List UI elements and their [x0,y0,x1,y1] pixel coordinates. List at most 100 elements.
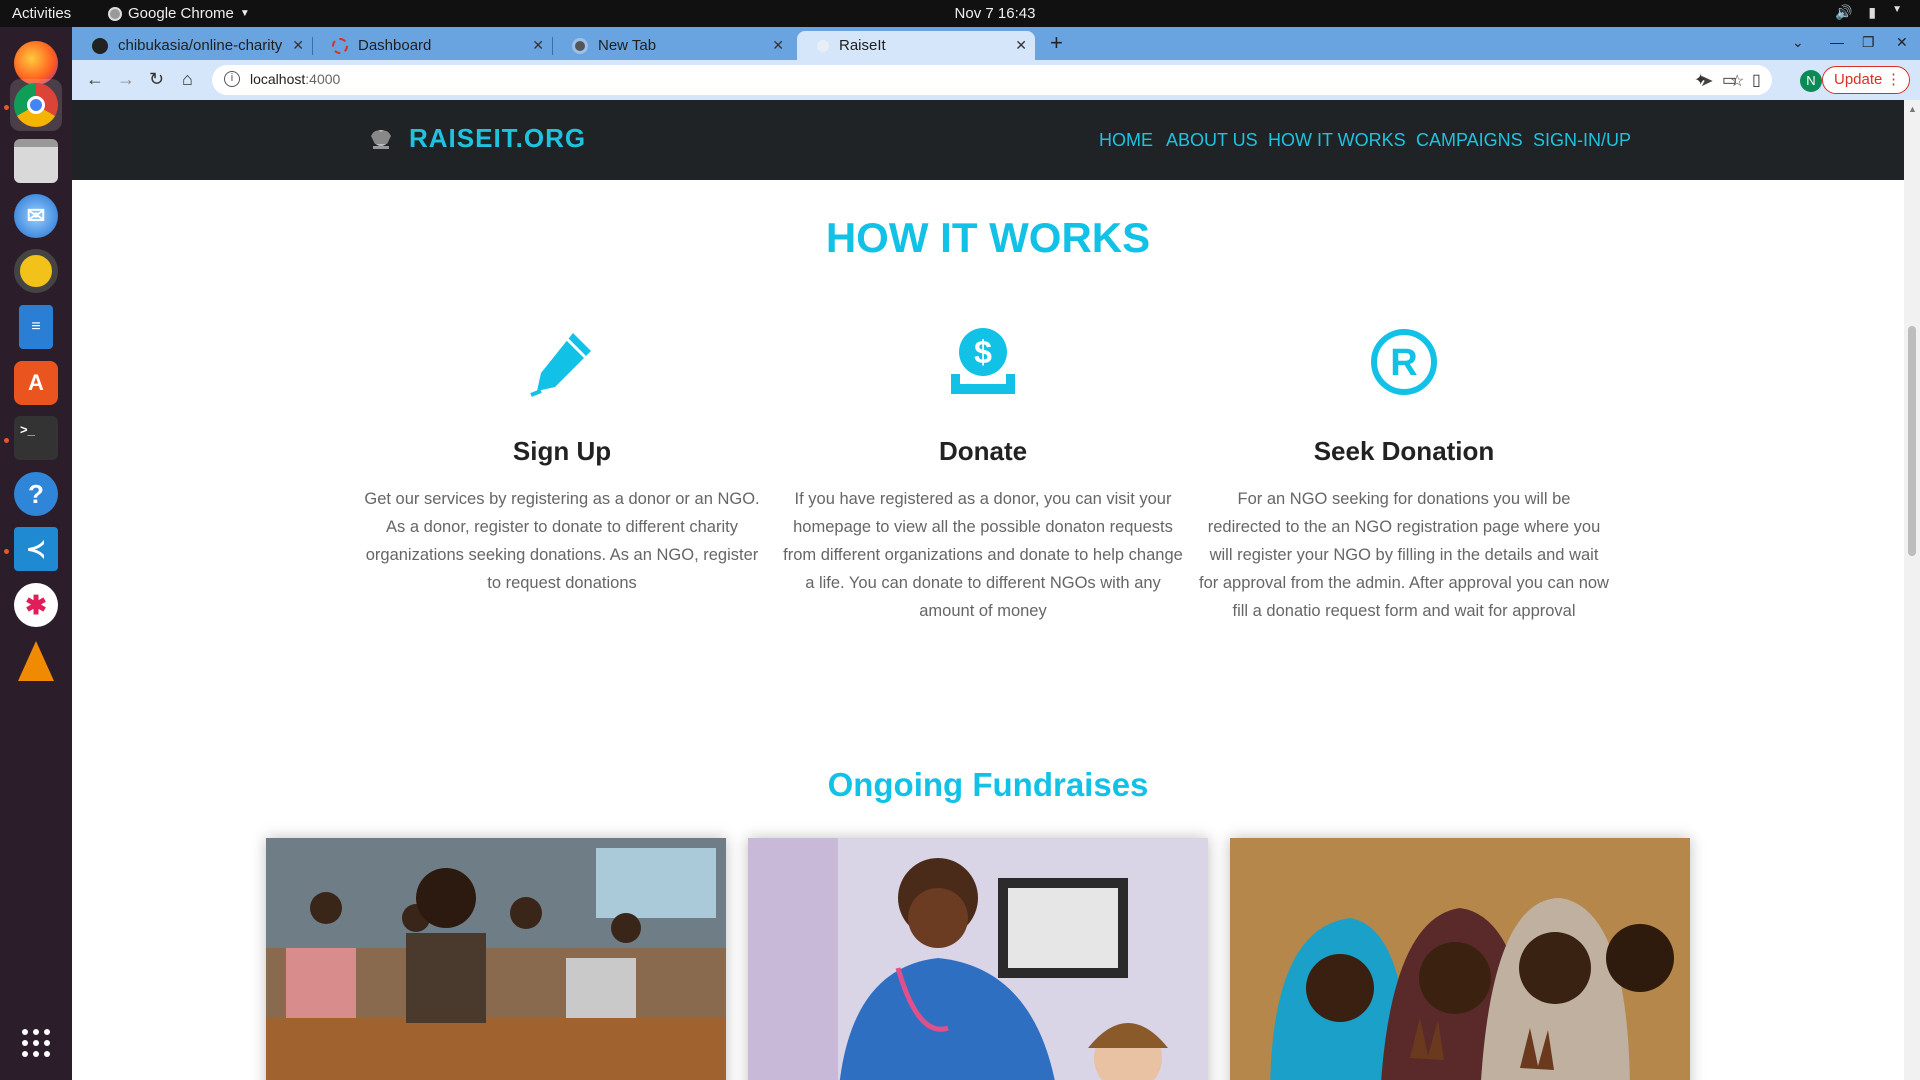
url-port: :4000 [305,71,341,87]
feature-sign-up: Sign Up Get our services by registering … [357,322,767,597]
browser-toolbar: ← → ↻ ⌂ i localhost:4000 ➤ ☆ ✦ ▭ ▯ N Upd… [72,60,1920,100]
url-host: localhost [250,71,306,87]
fundraise-card-medical[interactable] [748,838,1208,1080]
dock-writer[interactable]: ≡ [10,301,62,353]
files-icon [14,139,58,183]
back-icon[interactable]: ← [86,69,104,90]
dock-vlc[interactable] [10,635,62,687]
chrome-icon [14,83,58,127]
writer-icon: ≡ [19,305,53,349]
thunderbird-icon: ✉ [14,194,58,238]
clock[interactable]: Nov 7 16:43 [0,5,1920,22]
slack-icon: ✱ [14,583,58,627]
cast-icon[interactable]: ▭ [1722,70,1737,90]
classroom-photo [266,838,726,1080]
donate-dollar-icon: $ [951,328,1015,394]
children-photo [1230,838,1690,1080]
dock-show-apps[interactable] [10,1017,62,1069]
software-center-icon: A [14,361,58,405]
tab-new-tab[interactable]: New Tab ✕ [552,31,792,60]
running-indicator [4,549,9,554]
tab-raiseit[interactable]: RaiseIt ✕ [797,31,1035,60]
window-close-button[interactable]: ✕ [1896,34,1908,51]
dock: ✉ ≡ A >_ ? ≺ ✱ [0,27,72,1080]
feature-title: Seek Donation [1313,436,1495,466]
app-grid-icon [22,1029,50,1057]
ongoing-fundraises-title: Ongoing Fundraises [827,766,1149,803]
system-top-bar: Activities Google Chrome ▼ Nov 7 16:43 🔊… [0,0,1920,27]
dock-chrome[interactable] [10,79,62,131]
feature-seek-donation: R Seek Donation For an NGO seeking for d… [1199,322,1609,625]
more-menu-icon: ⋮ [1886,71,1901,88]
battery-icon: ▮ [1868,4,1877,20]
tab-label: New Tab [598,37,657,54]
side-panel-icon[interactable]: ▯ [1752,70,1761,90]
nav-about-us[interactable]: ABOUT US [1166,130,1258,151]
tab-strip: chibukasia/online-charity ✕ Dashboard ✕ … [72,27,1920,60]
scroll-up-icon[interactable]: ▲ [1908,104,1917,114]
reload-icon[interactable]: ↻ [149,69,164,90]
tab-github[interactable]: chibukasia/online-charity ✕ [72,31,313,60]
tab-label: Dashboard [358,37,432,54]
address-bar[interactable]: i localhost:4000 ➤ ☆ [212,65,1772,95]
feature-donate: $ Donate If you have registered as a don… [778,322,1188,625]
nav-how-it-works[interactable]: HOW IT WORKS [1268,130,1406,151]
page-viewport: RAISEIT.ORG HOME ABOUT US HOW IT WORKS C… [72,100,1904,1080]
tab-label: RaiseIt [839,37,886,54]
running-indicator [4,438,9,443]
dock-software[interactable]: A [10,357,62,409]
tab-dashboard[interactable]: Dashboard ✕ [312,31,553,60]
site-info-icon[interactable]: i [224,71,240,87]
close-icon[interactable]: ✕ [532,37,544,54]
raiseit-logo-icon [371,130,391,149]
dock-terminal[interactable]: >_ [10,412,62,464]
close-icon[interactable]: ✕ [292,37,304,54]
dock-slack[interactable]: ✱ [10,579,62,631]
system-menu-icon: ▼ [1892,4,1902,15]
close-icon[interactable]: ✕ [1015,37,1027,54]
feature-text: Get our services by registering as a don… [364,490,760,592]
github-icon [92,37,108,54]
feature-title: Donate [938,436,1028,466]
scrollbar-thumb[interactable] [1908,326,1916,556]
feature-title: Sign Up [512,436,612,466]
extensions-icon[interactable]: ✦ [1694,70,1707,90]
tab-search-icon[interactable]: ⌄ [1792,34,1804,51]
system-tray[interactable]: 🔊 ▮ ▼ [1835,4,1902,21]
nav-campaigns[interactable]: CAMPAIGNS [1416,130,1523,151]
svg-text:R: R [1390,342,1417,384]
feature-text: For an NGO seeking for donations you wil… [1199,490,1609,620]
fundraise-card-classroom[interactable] [266,838,726,1080]
dashboard-icon [332,37,348,54]
nav-home[interactable]: HOME [1099,130,1153,151]
dock-files[interactable] [10,135,62,187]
brand-name[interactable]: RAISEIT.ORG [409,123,586,154]
nav-sign-in-up[interactable]: SIGN-IN/UP [1533,130,1631,151]
close-icon[interactable]: ✕ [772,37,784,54]
url-text[interactable]: localhost:4000 [250,71,340,87]
chrome-tab-icon [572,37,588,54]
update-button[interactable]: Update ⋮ [1822,66,1910,94]
nurse-photo [748,838,1208,1080]
running-indicator [4,105,9,110]
vscode-icon: ≺ [14,527,58,571]
profile-avatar[interactable]: N [1800,70,1822,92]
dock-rhythmbox[interactable] [10,245,62,297]
pen-icon [530,333,591,397]
dock-help[interactable]: ? [10,468,62,520]
svg-text:$: $ [974,334,992,370]
forward-icon[interactable]: → [117,69,135,90]
dock-vscode[interactable]: ≺ [10,523,62,575]
fundraise-card-children[interactable] [1230,838,1690,1080]
page-scrollbar[interactable]: ▲ [1904,100,1920,1080]
restore-button[interactable]: ❐ [1862,34,1875,51]
update-label: Update [1834,71,1883,88]
site-navbar: RAISEIT.ORG HOME ABOUT US HOW IT WORKS C… [72,100,1904,180]
raiseit-favicon-icon [817,39,829,52]
dock-thunderbird[interactable]: ✉ [10,190,62,242]
tab-label: chibukasia/online-charity [118,37,283,54]
minimize-button[interactable]: — [1830,34,1844,50]
home-icon[interactable]: ⌂ [182,69,193,90]
vlc-icon [18,641,54,681]
new-tab-button[interactable]: + [1050,30,1063,56]
